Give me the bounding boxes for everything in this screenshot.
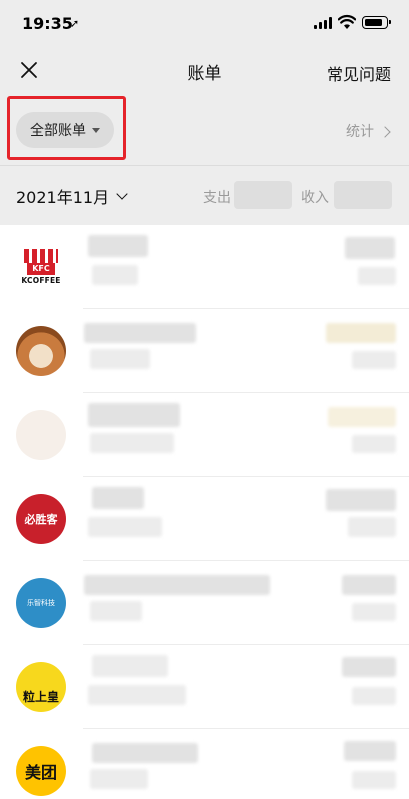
battery-icon: [362, 16, 391, 29]
kfc-logo-icon: KFC KCOFFEE: [16, 242, 66, 292]
pizza-hut-logo-icon: 必胜客: [16, 494, 66, 544]
meituan-logo-icon: 美团: [16, 746, 66, 796]
month-summary-bar: 2021年11月 支出 收入: [0, 167, 409, 225]
all-bills-filter-button[interactable]: 全部账单: [16, 112, 114, 148]
dog-avatar-icon: [16, 326, 66, 376]
transaction-row[interactable]: 美团: [0, 729, 409, 799]
filter-chip-label: 全部账单: [30, 123, 86, 139]
lezhi-logo-icon: 乐智科技: [16, 578, 66, 628]
transaction-row[interactable]: 乐智科技: [0, 561, 409, 645]
statistics-link[interactable]: 统计: [346, 121, 391, 141]
transaction-row[interactable]: [0, 393, 409, 477]
transaction-row[interactable]: [0, 309, 409, 393]
faq-button[interactable]: 常见问题: [327, 61, 391, 85]
status-time: 19:35: [22, 14, 73, 33]
income-label: 收入: [301, 190, 329, 206]
nav-bar: 账单 常见问题: [0, 46, 409, 96]
location-icon: ➚: [70, 17, 80, 30]
caret-down-icon: [92, 127, 100, 133]
filter-bar: 全部账单 统计: [0, 96, 409, 166]
expense-amount-blurred: [234, 181, 292, 209]
chevron-right-icon: [379, 125, 391, 138]
wifi-icon: [338, 14, 356, 29]
lishanghuang-logo-icon: 粒上皇: [16, 662, 66, 712]
statistics-label: 统计: [346, 124, 374, 140]
status-bar: 19:35 ➚: [0, 0, 409, 46]
cat-avatar-icon: [16, 410, 66, 460]
transaction-list: KFC KCOFFEE 必胜客 乐智科技 粒上皇 美团: [0, 225, 409, 799]
month-label: 2021年11月: [16, 188, 110, 207]
transaction-row[interactable]: KFC KCOFFEE: [0, 225, 409, 309]
income-amount-blurred: [334, 181, 392, 209]
month-selector[interactable]: 2021年11月: [16, 184, 128, 208]
expense-label: 支出: [203, 190, 231, 206]
transaction-row[interactable]: 必胜客: [0, 477, 409, 561]
transaction-row[interactable]: 粒上皇: [0, 645, 409, 729]
chevron-down-icon: [116, 188, 128, 200]
signal-icon: [314, 17, 334, 29]
